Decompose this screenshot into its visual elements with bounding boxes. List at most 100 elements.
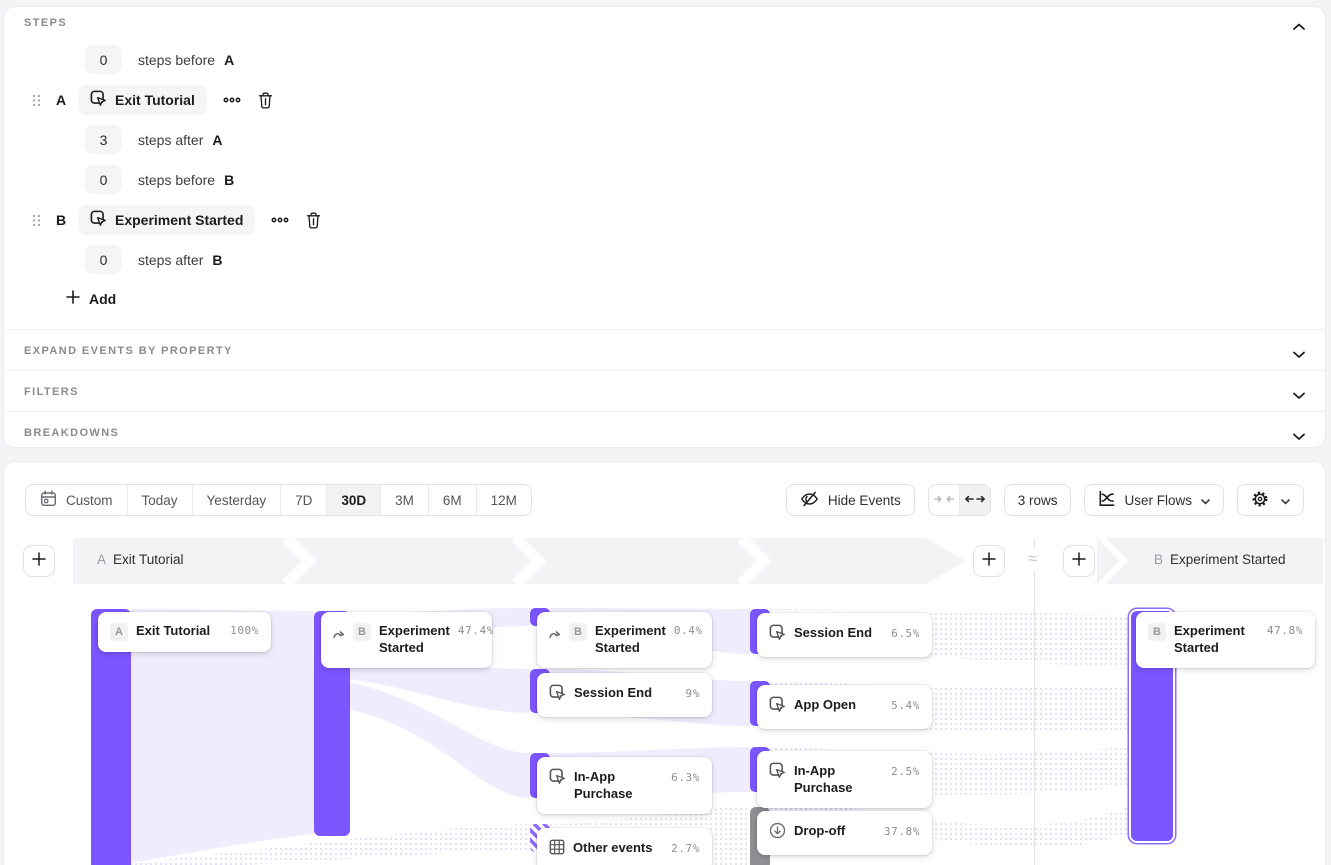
jump-arrow-icon	[333, 623, 345, 644]
expand-events-label: EXPAND EVENTS BY PROPERTY	[24, 345, 233, 357]
column-letter: A	[97, 552, 106, 567]
steps-after-label: steps after	[138, 252, 203, 268]
column-event-name: Experiment Started	[1170, 552, 1286, 567]
breakdowns-label: BREAKDOWNS	[24, 427, 119, 439]
node-percent: 100%	[230, 623, 259, 637]
steps-before-label: steps before	[138, 52, 215, 68]
node-percent: 47.8%	[1267, 623, 1303, 637]
flow-node-experiment-started-final[interactable]: B Experiment Started 47.8%	[1136, 612, 1315, 668]
step-b-event-button[interactable]: Experiment Started	[78, 205, 255, 235]
collapse-steps-button[interactable]	[1293, 18, 1305, 36]
jump-arrow-icon	[549, 623, 561, 644]
node-percent: 6.5%	[891, 624, 920, 640]
step-b-letter: B	[56, 212, 69, 228]
step-badge: B	[1148, 623, 1166, 641]
step-badge: A	[110, 623, 128, 641]
filters-label: FILTERS	[24, 386, 79, 398]
step-a-event-button[interactable]: Exit Tutorial	[78, 85, 207, 115]
chevron-down-icon	[1293, 346, 1305, 364]
node-label: In-App Purchase	[794, 762, 883, 797]
node-label: Exit Tutorial	[136, 623, 210, 640]
steps-before-b-input[interactable]: 0	[85, 165, 122, 194]
step-a-row: A Exit Tutorial	[32, 85, 273, 115]
chevron-down-icon	[1293, 428, 1305, 446]
flow-node-app-open[interactable]: App Open 5.4%	[757, 685, 932, 729]
event-click-icon	[549, 684, 566, 706]
flow-node-session-end-2[interactable]: Session End 6.5%	[757, 613, 932, 657]
step-b-delete-icon[interactable]	[306, 212, 321, 229]
node-label: In-App Purchase	[574, 768, 663, 803]
flow-node-drop-off[interactable]: Drop-off 37.8%	[757, 811, 932, 855]
flow-node-in-app-purchase-1[interactable]: In-App Purchase 6.3%	[537, 757, 712, 814]
steps-after-b-row: 0 steps after B	[85, 245, 223, 274]
flows-chart-panel: Custom Today Yesterday 7D 30D 3M 6M 12M …	[3, 461, 1326, 865]
node-label: Drop-off	[794, 822, 845, 840]
step-letter: B	[224, 172, 234, 188]
node-label: Session End	[574, 684, 652, 702]
flow-node-experiment-started-1[interactable]: B Experiment Started 47.4%	[321, 612, 492, 668]
node-percent: 9%	[686, 684, 700, 700]
flow-node-experiment-started-2[interactable]: B Experiment Started 0.4%	[537, 612, 712, 668]
steps-before-a-row: 0 steps before A	[85, 45, 234, 74]
expand-events-by-property-section[interactable]: EXPAND EVENTS BY PROPERTY	[4, 329, 1325, 370]
node-percent: 2.7%	[671, 839, 700, 855]
drag-handle-icon[interactable]	[32, 214, 41, 227]
steps-before-a-input[interactable]: 0	[85, 45, 122, 74]
chevron-up-icon	[1293, 18, 1305, 35]
add-label: Add	[89, 291, 116, 307]
step-a-delete-icon[interactable]	[258, 92, 273, 109]
column-a-header-label: A Exit Tutorial	[97, 552, 184, 567]
steps-panel: STEPS 0 steps before A A Exit Tutorial 3…	[3, 6, 1326, 448]
column-letter: B	[1154, 552, 1163, 567]
node-label: Experiment Started	[1174, 623, 1252, 657]
flow-node-session-end-1[interactable]: Session End 9%	[537, 673, 712, 717]
steps-before-b-row: 0 steps before B	[85, 165, 234, 194]
add-step-button[interactable]: Add	[66, 290, 116, 307]
node-percent: 0.4%	[674, 623, 703, 637]
flow-node-in-app-purchase-2[interactable]: In-App Purchase 2.5%	[757, 751, 932, 808]
chevron-down-icon	[1293, 387, 1305, 405]
steps-after-a-input[interactable]: 3	[85, 125, 122, 154]
steps-section-title: STEPS	[24, 17, 67, 29]
drag-handle-icon[interactable]	[32, 94, 41, 107]
steps-after-a-row: 3 steps after A	[85, 125, 223, 154]
add-column-left-button[interactable]	[23, 545, 55, 577]
steps-before-label: steps before	[138, 172, 215, 188]
step-b-event-label: Experiment Started	[115, 212, 243, 228]
user-flows-page: STEPS 0 steps before A A Exit Tutorial 3…	[0, 0, 1331, 865]
node-label: Session End	[794, 624, 872, 642]
steps-after-b-input[interactable]: 0	[85, 245, 122, 274]
node-label: Experiment Started	[595, 623, 666, 657]
event-click-icon	[769, 624, 786, 646]
step-badge: B	[353, 623, 371, 641]
plus-icon	[32, 552, 46, 571]
grid-icon	[549, 839, 565, 860]
step-letter: A	[224, 52, 234, 68]
step-b-row: B Experiment Started	[32, 205, 321, 235]
plus-icon	[1072, 552, 1086, 571]
breakdowns-section[interactable]: BREAKDOWNS	[4, 411, 1325, 449]
event-click-icon	[769, 696, 786, 718]
plus-icon	[982, 552, 996, 571]
add-column-middle-button[interactable]	[973, 545, 1005, 577]
step-badge: B	[569, 623, 587, 641]
add-column-right-button[interactable]	[1063, 545, 1095, 577]
node-label: App Open	[794, 696, 856, 714]
steps-after-label: steps after	[138, 132, 203, 148]
column-a-header-band	[73, 538, 969, 584]
step-letter: B	[212, 252, 222, 268]
node-percent: 47.4%	[458, 623, 494, 637]
step-letter: A	[212, 132, 222, 148]
node-percent: 2.5%	[891, 762, 920, 778]
flow-node-exit-tutorial[interactable]: A Exit Tutorial 100%	[98, 612, 271, 652]
flow-node-other-events[interactable]: Other events 2.7%	[537, 828, 712, 865]
event-click-icon	[90, 90, 107, 110]
filters-section[interactable]: FILTERS	[4, 370, 1325, 411]
node-percent: 5.4%	[891, 696, 920, 712]
event-click-icon	[549, 768, 566, 790]
node-percent: 6.3%	[671, 768, 700, 784]
event-click-icon	[769, 762, 786, 784]
column-event-name: Exit Tutorial	[113, 552, 184, 567]
step-a-more-options-icon[interactable]	[223, 97, 241, 103]
step-b-more-options-icon[interactable]	[271, 217, 289, 223]
